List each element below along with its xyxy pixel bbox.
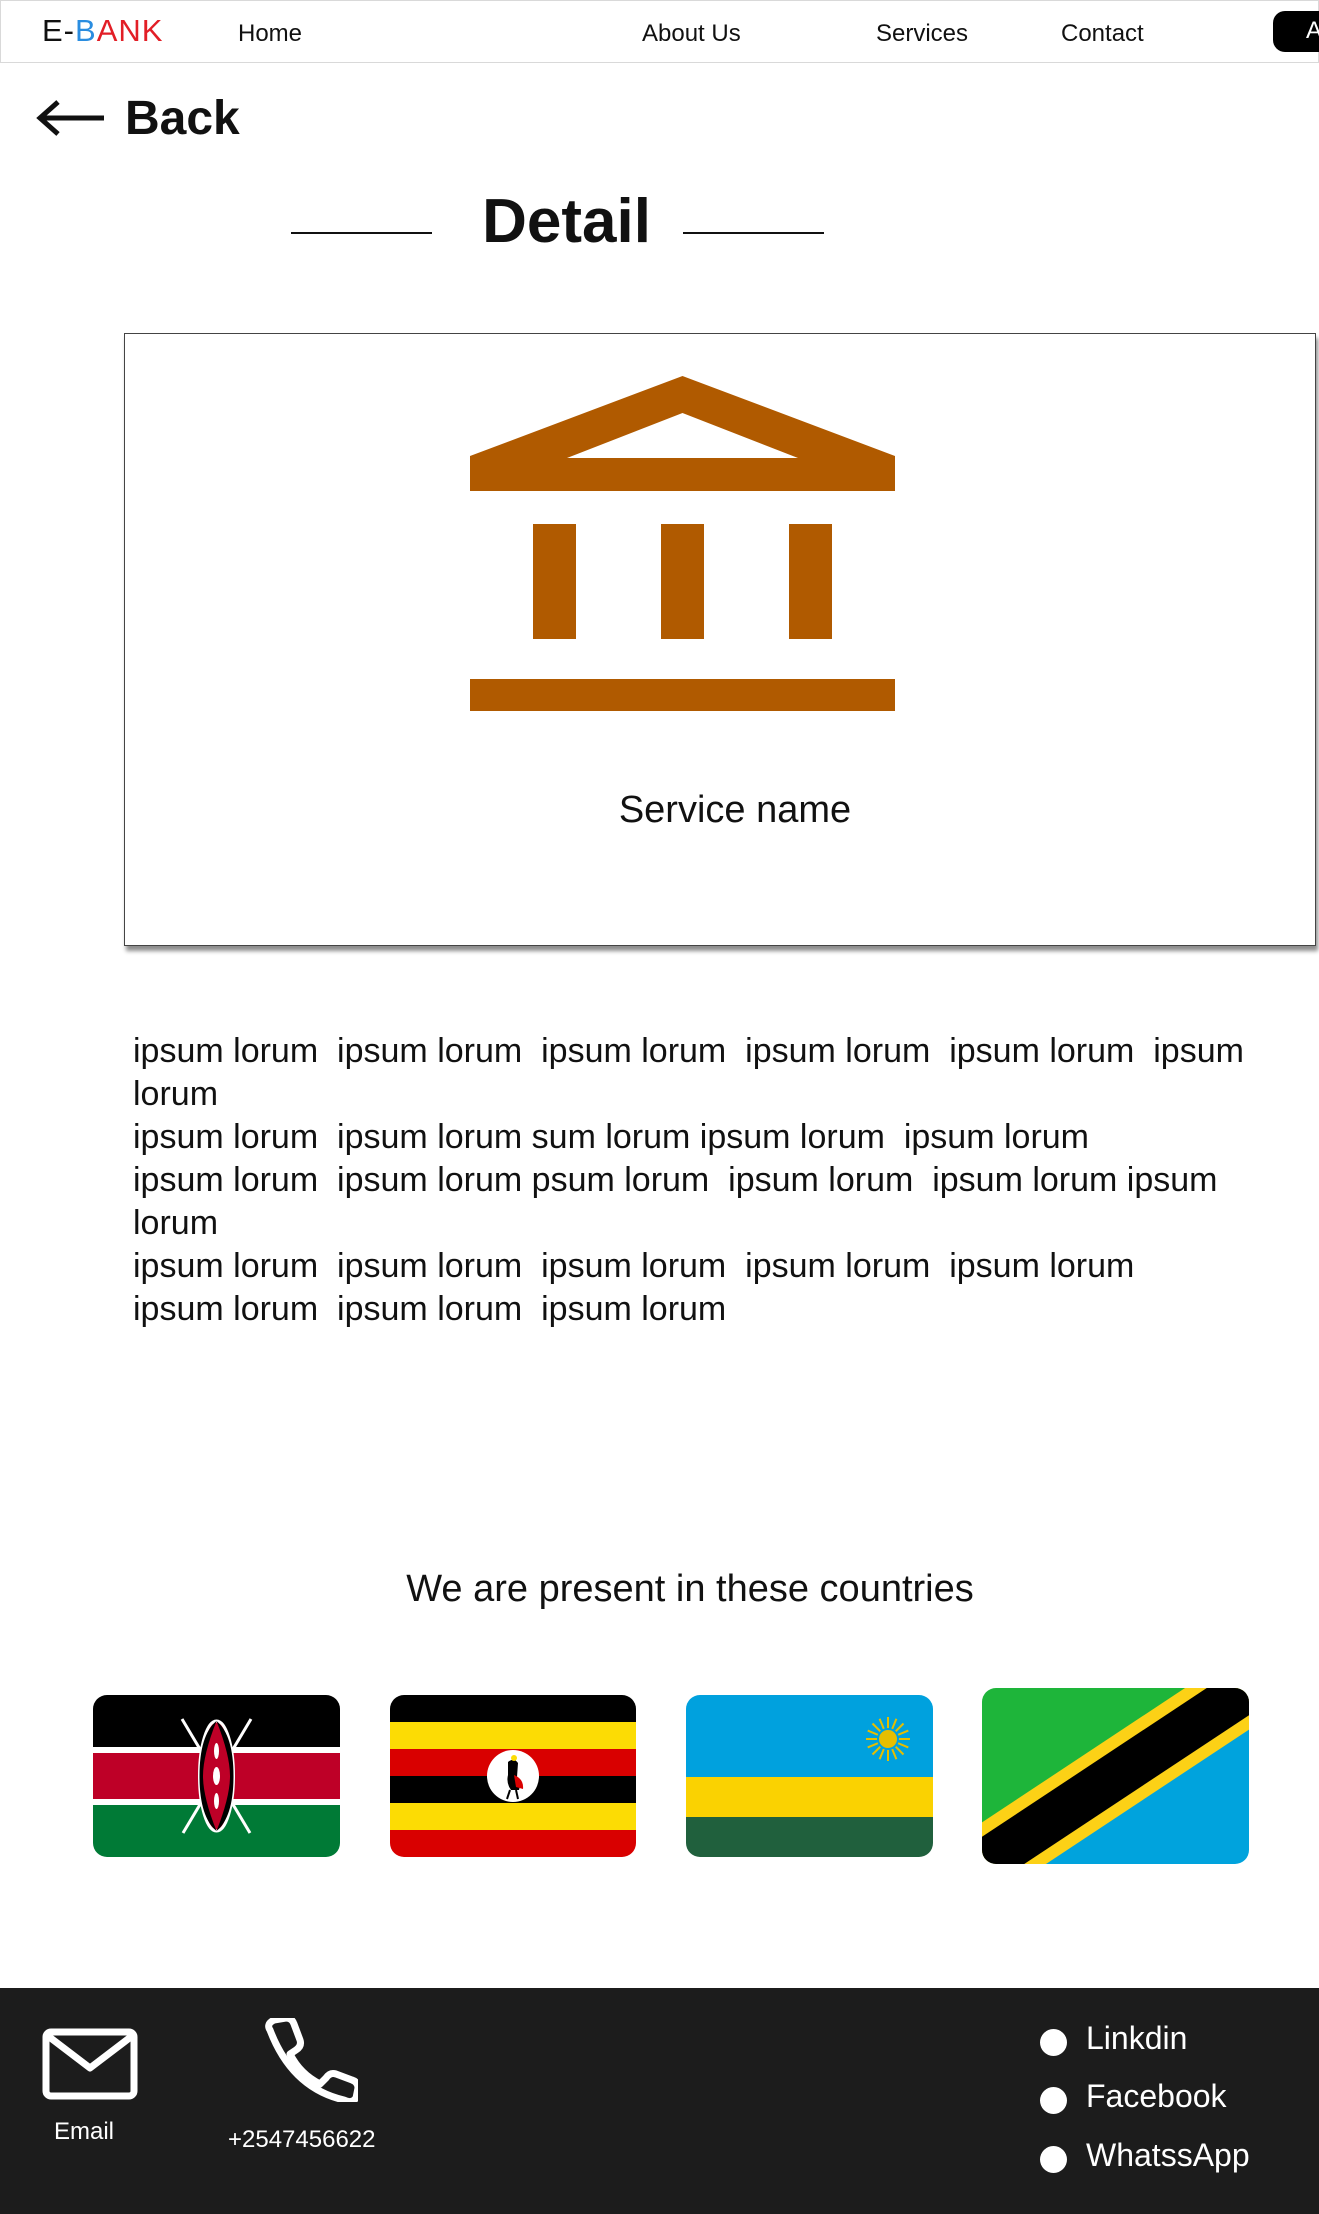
phone-icon[interactable]: [262, 2018, 358, 2102]
title-divider-right: [683, 232, 824, 234]
social-label: Linkdin: [1086, 2020, 1188, 2056]
social-link-whatsapp[interactable]: WhatssApp: [1040, 2137, 1250, 2174]
description-line: ipsum lorum ipsum lorum ipsum lorum ipsu…: [133, 1247, 1135, 1285]
back-label: Back: [125, 91, 240, 145]
page-title: Detail: [482, 187, 651, 256]
nav-action-button[interactable]: A: [1273, 11, 1319, 52]
description-line: ipsum lorum ipsum lorum sum lorum ipsum …: [133, 1118, 1090, 1156]
logo-part-an: AN: [96, 13, 142, 48]
arrow-left-icon: [36, 100, 104, 136]
service-card: Service name: [124, 333, 1316, 946]
social-label: Facebook: [1086, 2078, 1227, 2114]
email-label[interactable]: Email: [54, 2118, 114, 2146]
service-name: Service name: [618, 789, 852, 831]
logo-part-k: K: [141, 13, 164, 48]
bullet-icon: [1040, 2029, 1067, 2056]
uganda-flag: [390, 1695, 636, 1857]
nav-link-contact[interactable]: Contact: [1061, 20, 1144, 48]
bullet-icon: [1040, 2087, 1067, 2114]
nav-link-services[interactable]: Services: [876, 20, 968, 48]
description-line: ipsum lorum ipsum lorum psum lorum ipsum…: [133, 1161, 1218, 1199]
mail-icon[interactable]: [42, 2028, 138, 2100]
tanzania-flag: [982, 1688, 1249, 1864]
service-description: ipsum lorum ipsum lorum ipsum lorum ipsu…: [133, 1030, 1319, 1331]
back-button[interactable]: Back: [36, 88, 240, 148]
bank-icon: [470, 376, 895, 711]
brand-logo[interactable]: E-BANK: [42, 13, 163, 49]
description-line: ipsum lorum ipsum lorum ipsum lorum: [133, 1290, 727, 1328]
logo-part-e: E-: [42, 13, 75, 48]
description-line: lorum: [133, 1204, 219, 1242]
nav-link-about-us[interactable]: About Us: [642, 20, 741, 48]
bullet-icon: [1040, 2146, 1067, 2173]
rwanda-flag: [686, 1695, 933, 1857]
countries-title: We are present in these countries: [406, 1568, 974, 1610]
phone-number[interactable]: +2547456622: [228, 2126, 376, 2154]
logo-part-b: B: [75, 13, 97, 48]
social-label: WhatssApp: [1086, 2137, 1250, 2173]
top-navbar: E-BANK Home About Us Services Contact: [0, 0, 1319, 63]
social-link-facebook[interactable]: Facebook: [1040, 2078, 1227, 2115]
kenya-flag: [93, 1695, 340, 1857]
nav-link-home[interactable]: Home: [238, 20, 302, 48]
social-link-linkedin[interactable]: Linkdin: [1040, 2020, 1187, 2057]
description-line: ipsum lorum ipsum lorum ipsum lorum ipsu…: [133, 1032, 1244, 1070]
description-line: lorum: [133, 1075, 219, 1113]
